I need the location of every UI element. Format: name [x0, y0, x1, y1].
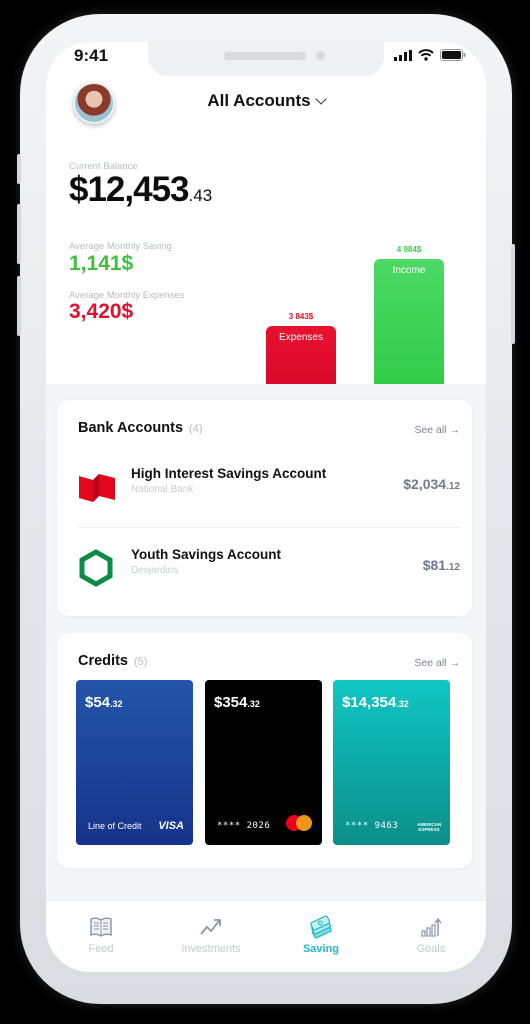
tab-label: Investments: [181, 943, 241, 955]
card-balance-whole: $354: [214, 694, 248, 711]
account-amount-cents: .12: [446, 562, 460, 573]
bank-accounts-see-all[interactable]: See all →: [414, 424, 460, 436]
speaker: [224, 52, 306, 60]
account-name: High Interest Savings Account: [131, 466, 327, 481]
visa-logo: VISA: [158, 820, 184, 832]
bar-expenses: Expenses: [266, 326, 336, 384]
card-number: **** 2026: [217, 821, 271, 831]
status-time: 9:41: [74, 46, 109, 65]
power-button: [511, 244, 515, 344]
bar-value-expenses: 3 843$: [288, 312, 314, 321]
see-all-label: See all: [414, 657, 447, 669]
bar-label-income: Income: [392, 265, 426, 276]
credits-see-all[interactable]: See all →: [414, 657, 460, 669]
money-stack-icon: [310, 915, 332, 939]
credits-count: (5): [134, 656, 148, 668]
bar-label-expenses: Expenses: [279, 332, 323, 343]
volume-down-button: [17, 276, 21, 336]
account-amount-cents: .12: [446, 481, 460, 492]
see-all-label: See all: [414, 424, 447, 436]
desjardins-logo: [79, 549, 113, 587]
tab-feed[interactable]: Feed: [46, 901, 156, 972]
trend-up-icon: [200, 919, 221, 935]
bank-accounts-title: Bank Accounts (4): [78, 420, 203, 436]
tab-saving[interactable]: Saving: [266, 901, 376, 972]
goal-chart-icon: [421, 917, 442, 937]
notch: [148, 42, 384, 76]
credit-card-mastercard[interactable]: $354.32 **** 2026: [205, 680, 322, 845]
balance-whole: $12,453: [69, 170, 190, 209]
card-balance-cents: .32: [396, 699, 409, 709]
card-balance-cents: .32: [247, 699, 260, 709]
bank-accounts-title-text: Bank Accounts: [78, 420, 184, 436]
account-amount: $81.12: [423, 557, 460, 573]
credits-card: Credits (5) See all → $54.32 Line of Cred…: [57, 633, 472, 868]
account-selector-label: All Accounts: [207, 91, 311, 110]
book-icon: [90, 917, 112, 937]
divider: [77, 527, 460, 528]
saving-label: Average Monthly Saving: [69, 241, 172, 252]
bar-income: Income: [374, 259, 444, 384]
card-balance-whole: $14,354: [342, 694, 397, 711]
balance-cents: .43: [188, 186, 213, 205]
bar-value-income: 4 984$: [396, 245, 422, 254]
wifi-icon: [418, 49, 434, 61]
account-amount: $2,034.12: [403, 476, 460, 492]
account-name: Youth Savings Account: [131, 547, 282, 562]
chevron-down-icon: [314, 93, 327, 105]
battery-icon: [440, 49, 466, 61]
arrow-right-icon: →: [449, 657, 461, 669]
account-amount-whole: $81: [422, 557, 447, 573]
app-screen: 9:41 All Accounts Current Balance $12,45…: [46, 42, 486, 972]
bank-account-row[interactable]: High Interest Savings Account National B…: [57, 450, 472, 520]
mastercard-logo: [286, 815, 312, 831]
arrow-right-icon: →: [449, 424, 461, 436]
tab-label: Goals: [416, 943, 446, 955]
card-balance-cents: .32: [110, 699, 123, 709]
card-type-label: Line of Credit: [88, 821, 142, 831]
account-selector[interactable]: All Accounts: [46, 91, 486, 111]
camera: [316, 51, 325, 60]
tab-label: Feed: [88, 943, 114, 955]
tab-label: Saving: [302, 943, 340, 955]
bank-accounts-count: (4): [189, 423, 203, 435]
tab-goals[interactable]: Goals: [376, 901, 486, 972]
status-icons: [394, 49, 466, 61]
bank-account-row[interactable]: Youth Savings Account Desjardins $81.12: [57, 531, 472, 601]
tab-investments[interactable]: Investments: [156, 901, 266, 972]
card-balance: $14,354.32: [342, 694, 409, 711]
credits-title-text: Credits: [78, 653, 128, 669]
amex-logo: AMERICAN EXPRESS: [417, 822, 442, 832]
account-bank: National Bank: [131, 484, 194, 495]
credits-title: Credits (5): [78, 653, 147, 669]
account-amount-whole: $2,034: [403, 476, 447, 492]
credit-card-amex[interactable]: $14,354.32 **** 9463 AMERICAN EXPRESS: [333, 680, 450, 845]
card-balance: $54.32: [85, 694, 123, 711]
saving-value: 1,141$: [69, 252, 134, 275]
tab-bar: Feed Investments Saving Goals: [46, 900, 486, 972]
income-expense-chart: 3 843$ Expenses 4 984$ Income: [246, 232, 466, 384]
current-balance: $12,453.43: [69, 170, 212, 210]
card-balance-whole: $54: [85, 694, 111, 711]
bank-accounts-card: Bank Accounts (4) See all → High Interest…: [57, 400, 472, 616]
card-balance: $354.32: [214, 694, 260, 711]
expenses-value: 3,420$: [69, 300, 134, 323]
account-bank: Desjardins: [131, 565, 179, 576]
credit-card-line-of-credit[interactable]: $54.32 Line of Credit VISA: [76, 680, 193, 845]
national-bank-logo: [79, 474, 115, 502]
signal-icon: [394, 49, 412, 61]
card-number: **** 9463: [345, 821, 399, 831]
volume-up-button: [17, 204, 21, 264]
mute-switch: [17, 154, 21, 184]
